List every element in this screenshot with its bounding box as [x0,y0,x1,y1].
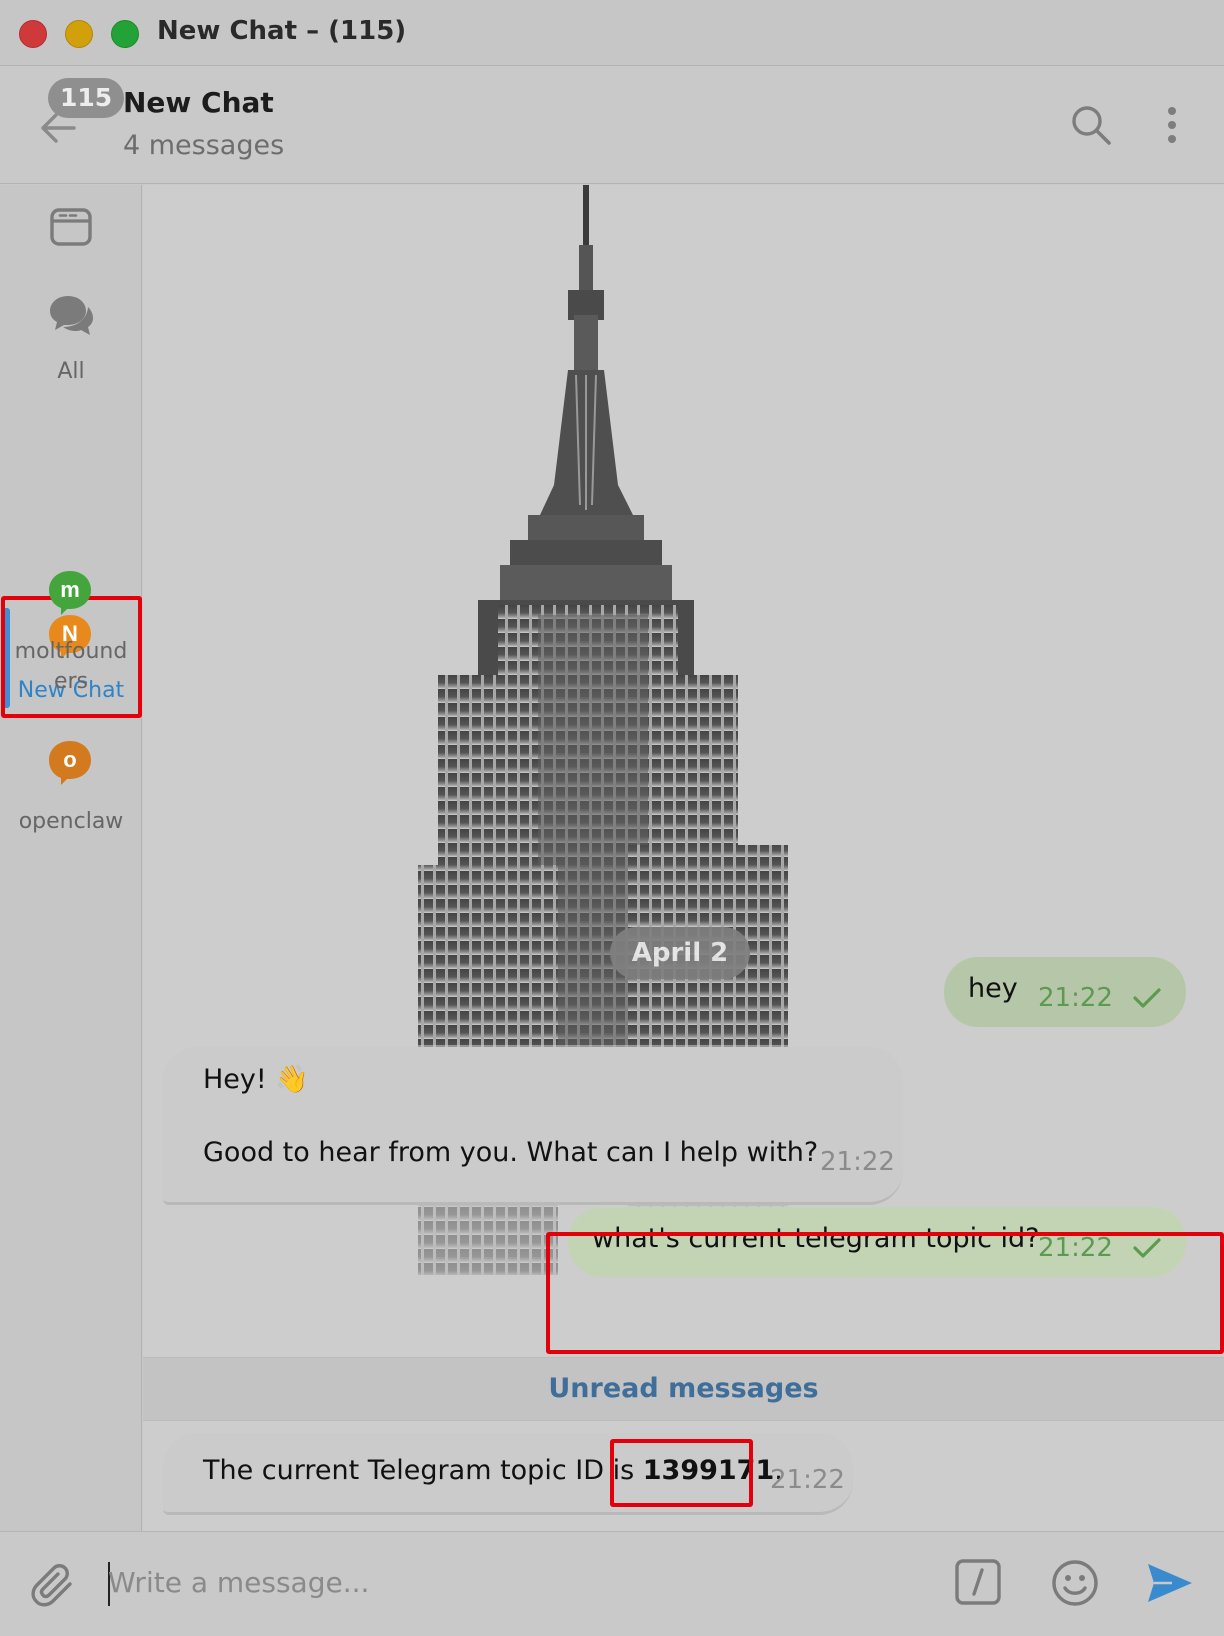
message-text-line: Hey! 👋 [203,1064,309,1095]
browser-window-icon[interactable] [46,202,96,252]
sidebar-item-all-label[interactable]: All [0,357,142,387]
chat-header: 115 New Chat 4 messages [0,66,1224,184]
message-text: hey [968,973,1018,1004]
paperclip-icon[interactable] [30,1562,78,1610]
sidebar-item-openclaw-label[interactable]: openclaw [0,807,142,837]
chat-title[interactable]: New Chat [123,86,274,119]
minimize-window-button[interactable] [65,20,93,48]
chats-icon[interactable] [46,290,96,340]
message-text-line: Good to hear from you. What can I help w… [203,1137,819,1168]
sent-check-icon [1133,988,1161,1008]
more-options-icon[interactable] [1160,102,1184,148]
chat-subtitle: 4 messages [123,130,285,161]
unread-count-badge: 115 [48,78,125,118]
message-time: 21:22 [820,1147,895,1177]
incoming-message[interactable]: The current Telegram topic ID is 1399171… [163,1433,853,1515]
sent-check-icon [1133,1238,1161,1258]
incoming-message[interactable]: Hey! 👋 Good to hear from you. What can I… [163,1047,903,1205]
title-bar: New Chat – (115) [0,0,1224,66]
outgoing-message[interactable]: hey 21:22 [944,957,1186,1027]
message-text: what's current telegram topic id? [592,1223,1040,1254]
send-icon[interactable] [1146,1560,1194,1606]
outgoing-message[interactable]: what's current telegram topic id? 21:22 [568,1207,1186,1277]
chat-history[interactable]: April 2 hey 21:22 Hey! 👋 Good to hear fr… [143,185,1224,1531]
emoji-icon[interactable] [1050,1558,1100,1608]
message-composer [0,1531,1224,1636]
window-title: New Chat – (115) [157,16,407,46]
unread-messages-divider: Unread messages [143,1357,1224,1421]
topic-bubble-icon[interactable]: m [47,570,93,616]
message-time: 21:22 [1038,983,1113,1013]
sidebar-item-moltfounders-label[interactable]: moltfound ers [0,637,142,697]
zoom-window-button[interactable] [111,20,139,48]
date-separator: April 2 [610,927,750,979]
message-text: The current Telegram topic ID is 1399171… [203,1455,783,1486]
bot-commands-icon[interactable] [954,1558,1002,1606]
topic-bubble-icon[interactable]: o [47,740,93,786]
message-time: 21:22 [770,1465,845,1495]
close-window-button[interactable] [19,20,47,48]
message-time: 21:22 [1038,1233,1113,1263]
topic-id-value: 1399171 [642,1455,775,1486]
message-input[interactable] [108,1554,938,1610]
topics-sidebar: All N New Chat m moltfound ers o opencla… [0,185,142,1531]
search-icon[interactable] [1068,102,1114,148]
